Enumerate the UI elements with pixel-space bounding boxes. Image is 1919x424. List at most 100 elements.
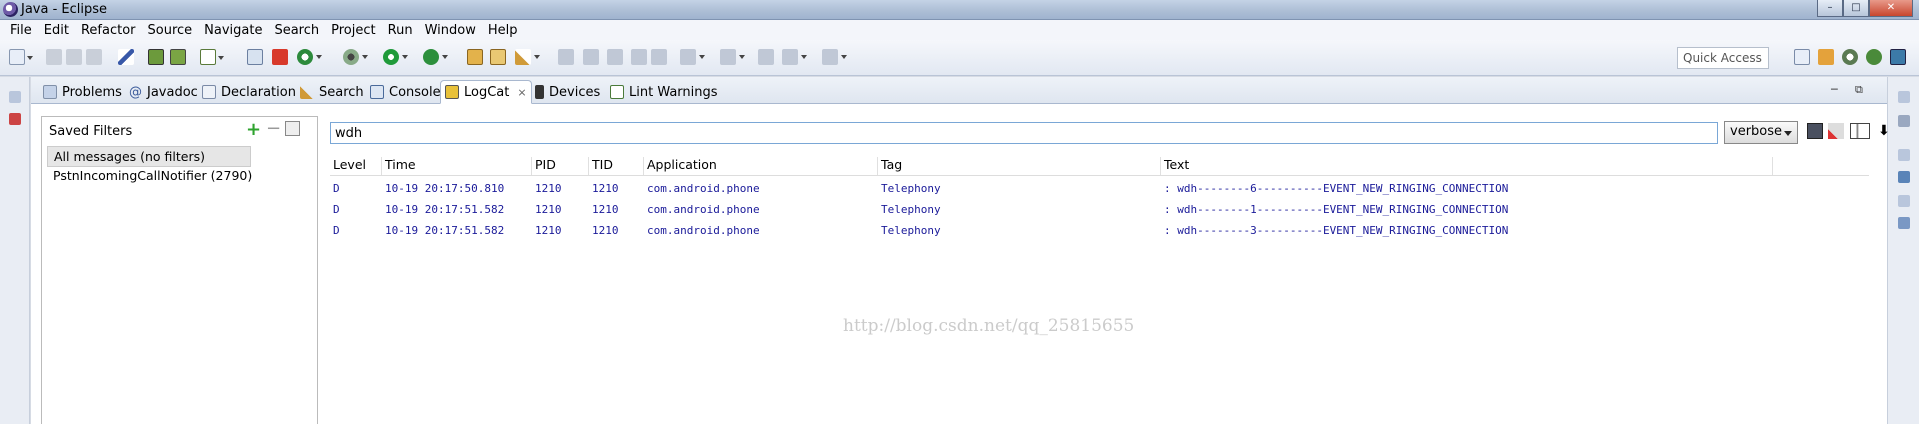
edit-filter-icon[interactable]: [285, 121, 300, 136]
clear-log-icon[interactable]: [1828, 123, 1844, 139]
show-whitespace-icon[interactable]: [651, 49, 667, 65]
save-log-icon[interactable]: [1807, 123, 1823, 139]
tab-declaration[interactable]: Declaration: [198, 81, 300, 103]
eclipse-logo-icon: [3, 2, 18, 17]
next-annotation-icon[interactable]: [680, 49, 705, 65]
restore-icon[interactable]: [9, 91, 21, 103]
avd-manager-icon[interactable]: [170, 49, 186, 65]
log-level-select[interactable]: verbose: [1724, 121, 1798, 144]
menu-source[interactable]: Source: [142, 23, 199, 38]
open-folder-icon[interactable]: [490, 49, 506, 65]
filter-item-pstn[interactable]: PstnIncomingCallNotifier (2790): [47, 166, 258, 185]
column-text[interactable]: Text: [1161, 157, 1773, 175]
sdk-manager-icon[interactable]: [148, 49, 164, 65]
refresh-icon[interactable]: [297, 49, 322, 65]
left-trim: [0, 77, 30, 424]
cell-application: com.android.phone: [647, 203, 760, 216]
column-level[interactable]: Level: [330, 157, 382, 175]
menu-search[interactable]: Search: [268, 23, 325, 38]
run-external-tools-icon[interactable]: [423, 49, 448, 65]
column-time[interactable]: Time: [382, 157, 532, 175]
column-pid[interactable]: PID: [532, 157, 589, 175]
task-list-icon[interactable]: [1898, 171, 1910, 183]
restore-icon[interactable]: [1898, 149, 1910, 161]
cell-text: : wdh--------1----------EVENT_NEW_RINGIN…: [1164, 203, 1509, 216]
tab-problems[interactable]: Problems: [39, 81, 126, 103]
tab-logcat[interactable]: LogCat ⨯: [440, 80, 532, 104]
table-row[interactable]: D 10-19 20:17:50.810 1210 1210 com.andro…: [330, 182, 1869, 199]
new-android-xml-icon[interactable]: [272, 49, 288, 65]
cell-tag: Telephony: [881, 203, 941, 216]
menu-help[interactable]: Help: [482, 23, 524, 38]
save-all-icon[interactable]: [66, 49, 82, 65]
problems-icon: [43, 85, 57, 99]
tab-lint-warnings[interactable]: Lint Warnings: [606, 81, 722, 103]
toggle-block-icon[interactable]: [631, 49, 647, 65]
minimize-view-icon[interactable]: ─: [1831, 83, 1838, 96]
menu-window[interactable]: Window: [419, 23, 482, 38]
annotation-prev-icon[interactable]: [558, 49, 574, 65]
menu-navigate[interactable]: Navigate: [198, 23, 268, 38]
cell-text: : wdh--------6----------EVENT_NEW_RINGIN…: [1164, 182, 1509, 195]
tab-javadoc[interactable]: @ Javadoc: [125, 81, 202, 103]
debug-icon[interactable]: [343, 49, 368, 65]
menu-run[interactable]: Run: [382, 23, 419, 38]
print-icon[interactable]: [86, 49, 102, 65]
logcat-icon: [445, 85, 459, 99]
menu-file[interactable]: File: [4, 23, 38, 38]
filter-item-all-messages[interactable]: All messages (no filters): [47, 146, 251, 167]
tab-console[interactable]: Console: [366, 81, 445, 103]
package-explorer-icon[interactable]: [9, 113, 21, 125]
ddms-perspective-icon[interactable]: [1842, 49, 1858, 65]
new-android-project-icon[interactable]: [247, 49, 263, 65]
menu-edit[interactable]: Edit: [38, 23, 75, 38]
new-icon[interactable]: [9, 49, 33, 65]
minimize-button[interactable]: –: [1817, 0, 1843, 17]
maximize-button[interactable]: □: [1843, 0, 1869, 17]
tab-devices[interactable]: Devices: [531, 81, 604, 103]
tab-search[interactable]: Search: [296, 81, 368, 103]
properties-icon[interactable]: [1898, 217, 1910, 229]
quick-access-input[interactable]: Quick Access: [1677, 47, 1769, 69]
search-input[interactable]: [330, 122, 1718, 144]
forward-arrow-icon[interactable]: [822, 49, 847, 65]
close-button[interactable]: ✕: [1869, 0, 1913, 17]
last-edit-icon[interactable]: [720, 49, 745, 65]
menu-refactor[interactable]: Refactor: [75, 23, 142, 38]
annotation-next-icon[interactable]: [583, 49, 599, 65]
run-icon[interactable]: [383, 49, 408, 65]
back-icon[interactable]: [758, 49, 774, 65]
open-type-icon[interactable]: [467, 49, 483, 65]
debug-perspective-icon[interactable]: [1866, 49, 1882, 65]
lint-check-icon[interactable]: [200, 49, 224, 65]
maximize-view-icon[interactable]: ⧉: [1855, 83, 1863, 97]
cell-pid: 1210: [535, 203, 562, 216]
table-row[interactable]: D 10-19 20:17:51.582 1210 1210 com.andro…: [330, 203, 1869, 220]
outline-icon[interactable]: [1898, 115, 1910, 127]
open-perspective-icon[interactable]: [1794, 49, 1810, 65]
column-tid[interactable]: TID: [589, 157, 644, 175]
tab-label: Problems: [62, 84, 122, 100]
add-filter-icon[interactable]: +: [246, 119, 261, 140]
cell-time: 10-19 20:17:51.582: [385, 203, 505, 216]
save-icon[interactable]: [46, 49, 62, 65]
search-wand-icon[interactable]: [515, 49, 540, 65]
cell-time: 10-19 20:17:51.582: [385, 224, 505, 237]
close-tab-icon[interactable]: ⨯: [517, 86, 526, 99]
toggle-mark-icon[interactable]: [607, 49, 623, 65]
java-ee-perspective-icon[interactable]: [1818, 49, 1834, 65]
scroll-lock-icon[interactable]: ⬇: [1876, 123, 1892, 139]
pin-icon[interactable]: [118, 49, 134, 65]
saved-filters-panel: Saved Filters + − All messages (no filte…: [41, 116, 318, 424]
column-tag[interactable]: Tag: [878, 157, 1161, 175]
column-application[interactable]: Application: [644, 157, 878, 175]
table-row[interactable]: D 10-19 20:17:51.582 1210 1210 com.andro…: [330, 224, 1869, 241]
cell-tid: 1210: [592, 203, 619, 216]
restore-icon[interactable]: [1898, 91, 1910, 103]
restore-icon[interactable]: [1898, 195, 1910, 207]
menu-project[interactable]: Project: [325, 23, 381, 38]
remove-filter-icon[interactable]: −: [266, 118, 281, 139]
toggle-filters-icon[interactable]: [1850, 123, 1870, 139]
java-perspective-icon[interactable]: [1890, 49, 1906, 65]
back-arrow-icon[interactable]: [782, 49, 807, 65]
